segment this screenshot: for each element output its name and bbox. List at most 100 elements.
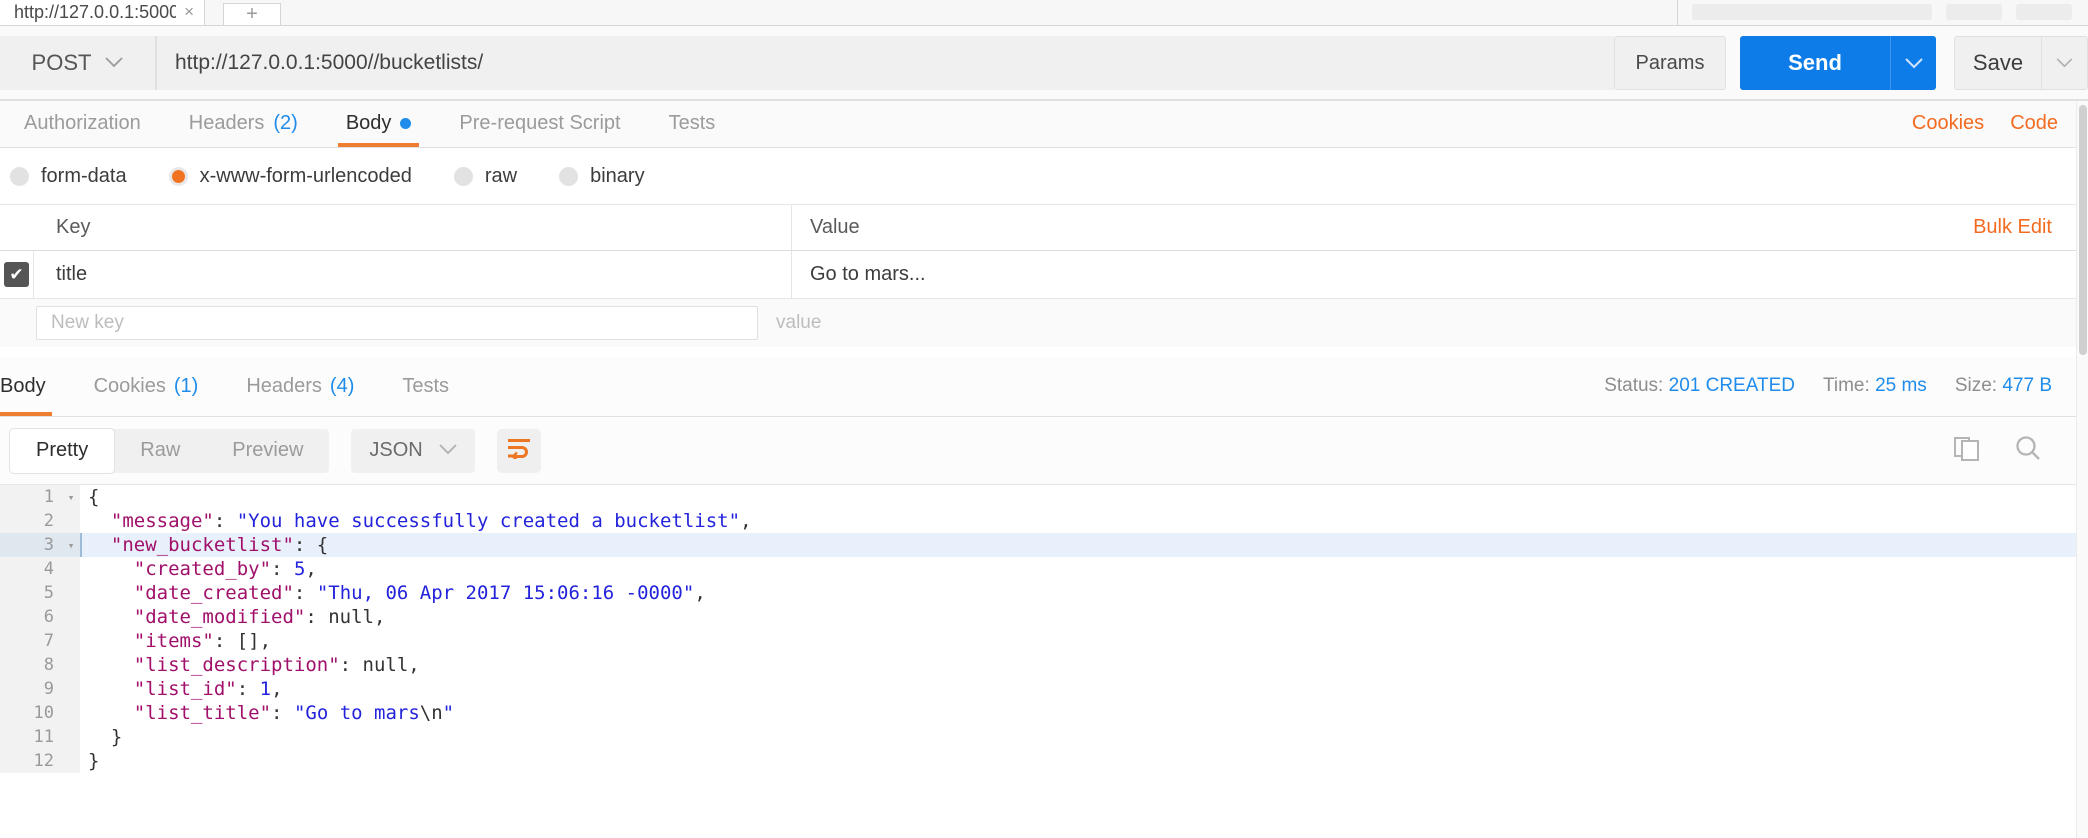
radio-icon <box>453 166 473 186</box>
status-meta: Status: 201 CREATED <box>1604 375 1795 397</box>
response-code-viewer[interactable]: 1 ▾{2 "message": "You have successfully c… <box>0 485 2088 838</box>
cookies-link[interactable]: Cookies <box>1912 112 1984 135</box>
table-new-row[interactable]: New key value <box>0 299 2088 347</box>
time-value: 25 ms <box>1875 375 1927 396</box>
code-token: "You have successfully created a bucketl… <box>236 510 741 532</box>
code-token: } <box>88 750 100 772</box>
fold-spacer <box>62 509 80 533</box>
ghost-search-field[interactable] <box>1692 4 1932 20</box>
code-token: : <box>271 558 294 580</box>
code-line: 10 "list_title": "Go to mars\n" <box>0 701 2088 725</box>
save-options-chevron-down-icon[interactable] <box>2042 36 2088 90</box>
ghost-toolbar-button-2[interactable] <box>2016 4 2072 20</box>
code-token: "list_id" <box>133 678 237 700</box>
new-key-input[interactable]: New key <box>36 306 758 340</box>
chevron-down-icon <box>439 442 457 459</box>
copy-button[interactable] <box>1954 434 1980 467</box>
tab-headers[interactable]: Headers (2) <box>165 100 322 147</box>
code-token: : { <box>293 534 329 556</box>
response-tab-cookies[interactable]: Cookies (1) <box>70 356 223 416</box>
line-number: 7 <box>0 629 62 653</box>
response-tab-headers[interactable]: Headers (4) <box>222 356 378 416</box>
scrollbar-thumb[interactable] <box>2079 105 2087 355</box>
code-text: { <box>80 485 99 509</box>
save-button-group: Save <box>1954 36 2088 90</box>
tab-label: Headers <box>246 374 322 397</box>
tab-authorization[interactable]: Authorization <box>0 100 165 147</box>
url-input[interactable]: http://127.0.0.1:5000//bucketlists/ <box>155 36 1614 90</box>
radio-label: binary <box>590 164 645 187</box>
search-button[interactable] <box>2014 434 2042 467</box>
status-value: 201 CREATED <box>1668 375 1795 396</box>
line-number: 11 <box>0 725 62 749</box>
view-mode-preview[interactable]: Preview <box>206 429 329 473</box>
ghost-toolbar-button-1[interactable] <box>1946 4 2002 20</box>
radio-icon-selected <box>168 166 188 186</box>
radio-form-data[interactable]: form-data <box>10 165 127 188</box>
radio-raw[interactable]: raw <box>453 165 517 188</box>
code-line: 2 "message": "You have successfully crea… <box>0 509 2088 533</box>
code-text: "created_by": 5, <box>80 557 317 581</box>
code-token: "Thu, 06 Apr 2017 15:06:16 -0000" <box>316 582 695 604</box>
code-token: , <box>271 678 283 700</box>
size-value: 477 B <box>2002 375 2052 396</box>
status-label: Status: <box>1604 375 1664 396</box>
close-icon[interactable]: × <box>184 2 194 22</box>
line-number: 2 <box>0 509 62 533</box>
line-number: 8 <box>0 653 62 677</box>
time-label: Time: <box>1822 375 1870 396</box>
vertical-scrollbar[interactable] <box>2076 101 2088 838</box>
time-meta: Time: 25 ms <box>1823 375 1927 397</box>
code-text: } <box>80 749 99 773</box>
radio-binary[interactable]: binary <box>559 164 645 188</box>
new-value-input[interactable]: value <box>758 312 2088 334</box>
fold-spacer <box>62 581 80 605</box>
tab-pre-request-script[interactable]: Pre-request Script <box>435 100 644 147</box>
tab-body[interactable]: Body <box>322 100 436 147</box>
line-number: 5 <box>0 581 62 605</box>
row-key-input[interactable]: title <box>34 251 792 298</box>
http-method-select[interactable]: POST <box>0 36 156 90</box>
table-row[interactable]: ✔ title Go to mars... <box>0 251 2088 299</box>
params-button[interactable]: Params <box>1613 36 1726 90</box>
fold-spacer <box>62 629 80 653</box>
code-text: "list_id": 1, <box>80 677 283 701</box>
request-tabs: Authorization Headers (2) Body Pre-reque… <box>0 101 2088 148</box>
code-token: " <box>442 702 455 724</box>
tab-label: Cookies <box>93 374 166 397</box>
browser-tab-strip: http://127.0.0.1:5000/ × + <box>0 0 2088 26</box>
fold-toggle-icon[interactable]: ▾ <box>62 533 80 557</box>
tab-count: (2) <box>273 112 298 134</box>
format-select[interactable]: JSON <box>351 428 475 473</box>
view-mode-raw[interactable]: Raw <box>114 429 206 473</box>
line-number: 9 <box>0 677 62 701</box>
bulk-edit-link[interactable]: Bulk Edit <box>1973 205 2088 250</box>
code-link[interactable]: Code <box>2010 112 2058 135</box>
row-value-input[interactable]: Go to mars... <box>792 251 2088 298</box>
view-mode-pretty[interactable]: Pretty <box>10 428 115 473</box>
fold-spacer <box>62 605 80 629</box>
fold-toggle-icon[interactable]: ▾ <box>62 485 80 509</box>
response-tab-tests[interactable]: Tests <box>378 356 473 416</box>
code-token: , <box>694 582 706 604</box>
code-text: "items": [], <box>80 629 271 653</box>
radio-label: form-data <box>41 164 127 187</box>
tab-tests[interactable]: Tests <box>645 100 740 147</box>
format-label: JSON <box>369 439 423 461</box>
send-options-chevron-down-icon[interactable] <box>1890 36 1936 90</box>
send-button[interactable]: Send <box>1740 36 1890 90</box>
view-mode-switch: Pretty Raw Preview <box>10 428 330 473</box>
browser-tab[interactable]: http://127.0.0.1:5000/ × <box>0 0 205 25</box>
row-checkbox-cell: ✔ <box>0 251 34 298</box>
row-checkbox[interactable]: ✔ <box>4 262 29 287</box>
response-tab-body[interactable]: Body <box>0 356 70 416</box>
radio-x-www-form-urlencoded[interactable]: x-www-form-urlencoded <box>168 165 412 188</box>
word-wrap-button[interactable] <box>496 428 541 473</box>
save-button[interactable]: Save <box>1954 36 2042 90</box>
code-token: , <box>305 558 317 580</box>
new-tab-button[interactable]: + <box>223 3 281 25</box>
